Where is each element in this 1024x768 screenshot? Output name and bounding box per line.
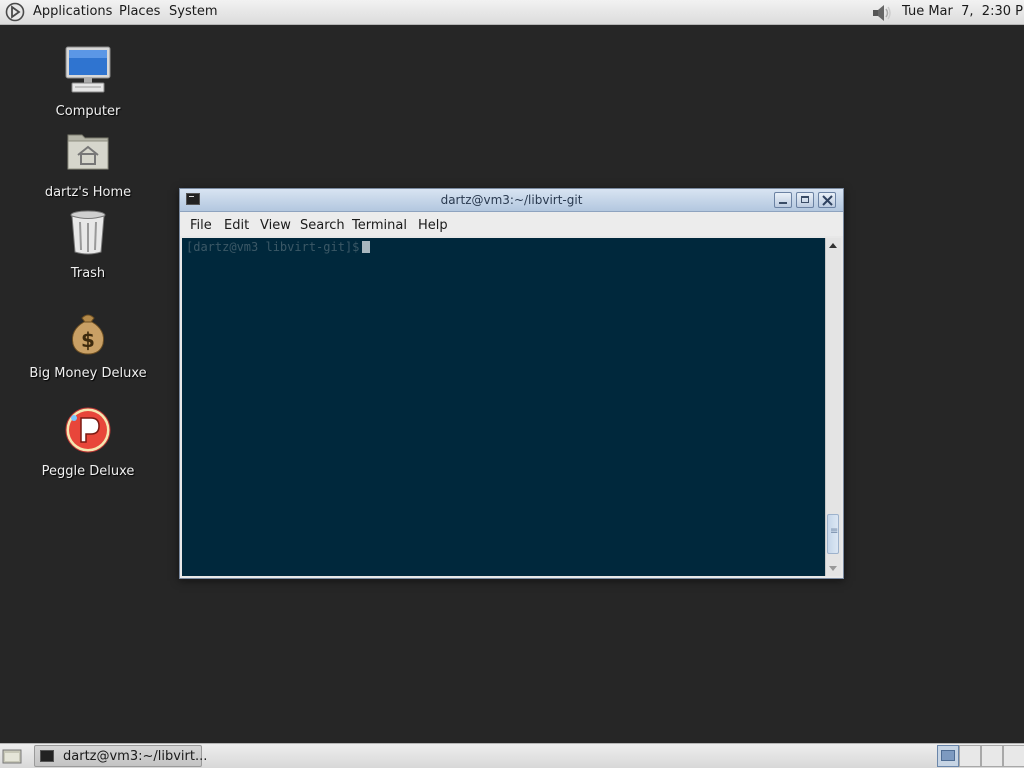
top-panel: Applications Places System Tue Mar 7, 2:… — [0, 0, 1024, 25]
prompt-line: [dartz@vm3 libvirt-git]$ — [186, 240, 371, 254]
desktop-icon-label: Computer — [55, 104, 121, 119]
scroll-down-arrow-icon[interactable] — [829, 566, 837, 571]
vertical-scrollbar[interactable] — [825, 238, 841, 576]
terminal-output[interactable]: [dartz@vm3 libvirt-git]$ — [182, 238, 825, 576]
view-menu[interactable]: View — [260, 218, 291, 233]
home-folder-icon — [67, 134, 109, 170]
help-menu[interactable]: Help — [418, 218, 448, 233]
desktop-icon-label: Trash — [70, 266, 106, 281]
desktop-icon-computer[interactable]: Computer — [28, 46, 148, 119]
desktop-icon-trash[interactable]: Trash — [28, 208, 148, 281]
desktop-icon-label: dartz's Home — [44, 185, 132, 200]
text-cursor — [362, 241, 371, 253]
close-button[interactable] — [818, 192, 836, 208]
desktop-icon-peggle-deluxe[interactable]: Peggle Deluxe — [28, 406, 148, 479]
taskbar-item-label: dartz@vm3:~/libvirt... — [63, 749, 208, 764]
show-desktop-icon[interactable] — [2, 748, 22, 764]
clock[interactable]: Tue Mar 7, 2:30 PM — [902, 4, 1024, 19]
file-menu[interactable]: File — [190, 218, 212, 233]
svg-text:$: $ — [81, 328, 95, 352]
applications-logo-icon[interactable] — [5, 2, 25, 22]
places-menu[interactable]: Places — [119, 4, 160, 19]
taskbar-item-terminal[interactable]: dartz@vm3:~/libvirt... — [34, 745, 207, 767]
scroll-up-arrow-icon[interactable] — [829, 243, 837, 248]
scrollbar-thumb[interactable] — [827, 514, 839, 554]
desktop-icon-label: Big Money Deluxe — [29, 366, 147, 381]
window-title: dartz@vm3:~/libvirt-git — [440, 193, 583, 207]
desktop-icon-big-money-deluxe[interactable]: $ Big Money Deluxe — [28, 308, 148, 381]
desktop-icon-label: Peggle Deluxe — [41, 464, 135, 479]
search-menu[interactable]: Search — [300, 218, 345, 233]
workspace-3[interactable] — [981, 745, 1003, 767]
money-bag-icon: $ — [72, 314, 104, 355]
shell-prompt: [dartz@vm3 libvirt-git]$ — [186, 240, 360, 254]
workspace-2[interactable] — [959, 745, 981, 767]
terminal-icon — [40, 750, 54, 762]
maximize-button[interactable] — [796, 192, 814, 208]
workspace-4[interactable] — [1003, 745, 1024, 767]
close-icon — [822, 195, 833, 206]
minimize-button[interactable] — [774, 192, 792, 208]
terminal-window[interactable]: dartz@vm3:~/libvirt-git File Edit View S… — [179, 188, 844, 579]
terminal-menu[interactable]: Terminal — [352, 218, 407, 233]
desktop-icon-home[interactable]: dartz's Home — [28, 127, 148, 200]
window-titlebar[interactable]: dartz@vm3:~/libvirt-git — [180, 189, 843, 212]
workspace-1[interactable] — [937, 745, 959, 767]
bottom-panel: dartz@vm3:~/libvirt... — [0, 743, 1024, 768]
terminal-menubar: File Edit View Search Terminal Help — [180, 212, 843, 236]
system-menu[interactable]: System — [169, 4, 217, 19]
peggle-icon — [65, 407, 111, 453]
applications-menu[interactable]: Applications — [33, 4, 112, 19]
computer-icon — [65, 46, 111, 93]
edit-menu[interactable]: Edit — [224, 218, 249, 233]
trash-icon — [70, 210, 106, 255]
volume-icon[interactable] — [870, 3, 894, 23]
